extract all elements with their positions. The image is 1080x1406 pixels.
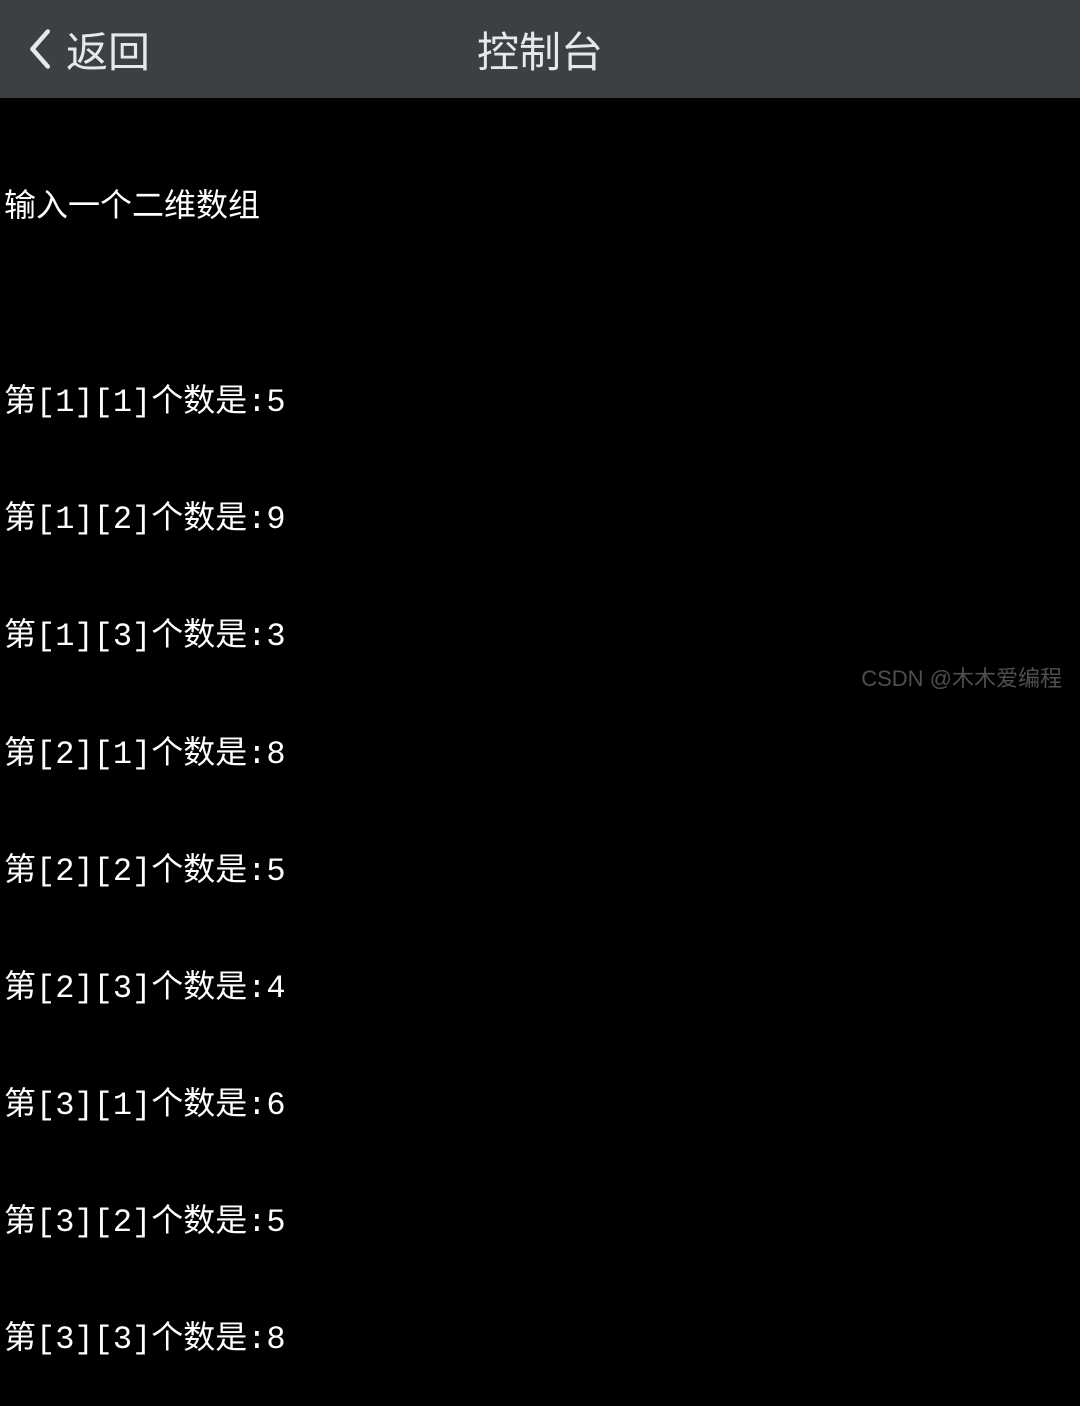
back-button[interactable]: 返回 (0, 19, 150, 80)
page-title: 控制台 (477, 19, 603, 80)
watermark: CSDN @木木爱编程 (861, 661, 1062, 693)
console-line: 第[3][3]个数是:8 (4, 1320, 1076, 1359)
console-output[interactable]: 输入一个二维数组 第[1][1]个数是:5 第[1][2]个数是:9 第[1][… (0, 98, 1080, 1406)
console-line-intro: 输入一个二维数组 (4, 188, 1076, 227)
console-line: 第[1][2]个数是:9 (4, 500, 1076, 539)
console-line: 第[2][2]个数是:5 (4, 852, 1076, 891)
console-line: 第[3][2]个数是:5 (4, 1203, 1076, 1242)
back-label: 返回 (66, 19, 150, 80)
console-line: 第[1][3]个数是:3 (4, 617, 1076, 656)
chevron-left-icon (20, 30, 58, 68)
header-bar: 返回 控制台 (0, 0, 1080, 98)
console-line: 第[1][1]个数是:5 (4, 383, 1076, 422)
console-line: 第[2][3]个数是:4 (4, 969, 1076, 1008)
console-line: 第[3][1]个数是:6 (4, 1086, 1076, 1125)
console-line: 第[2][1]个数是:8 (4, 735, 1076, 774)
